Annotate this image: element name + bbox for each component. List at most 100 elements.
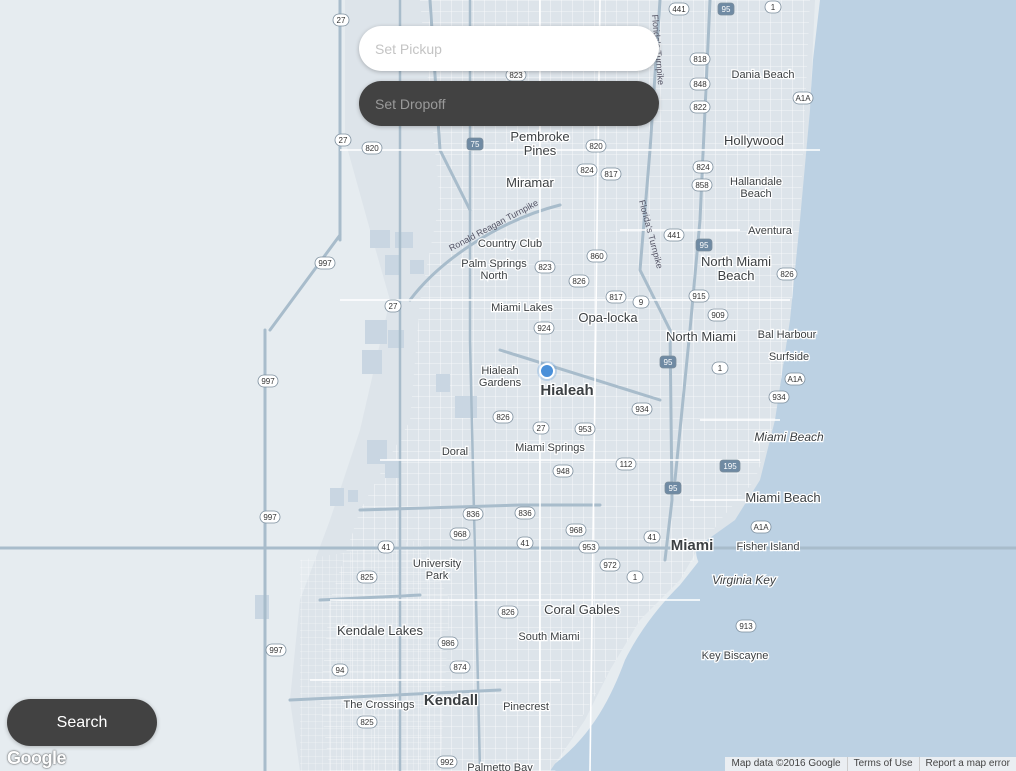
place-label: Miami Beach [754,430,824,444]
svg-text:826: 826 [496,413,510,422]
route-shield: A1A [784,372,806,386]
svg-text:441: 441 [667,231,681,240]
route-shield: 27 [334,133,352,147]
place-label: Miramar [506,175,554,190]
svg-text:968: 968 [569,526,583,535]
place-label: Miami Beach [745,490,820,505]
svg-text:820: 820 [365,144,379,153]
svg-text:441: 441 [672,5,686,14]
route-shield: 824 [692,160,714,174]
route-shield: 826 [776,267,798,281]
place-label: Hollywood [724,133,784,148]
svg-text:95: 95 [669,484,678,493]
svg-text:909: 909 [711,311,725,320]
route-shield: 823 [534,260,556,274]
svg-text:836: 836 [518,509,532,518]
place-label: South Miami [518,631,579,643]
route-shield: 997 [265,643,287,657]
place-label: Coral Gables [544,602,620,617]
route-shield: 934 [631,402,653,416]
route-shield: 27 [384,299,402,313]
route-shield: 1 [764,0,782,14]
route-shield: 826 [568,274,590,288]
svg-text:75: 75 [471,140,480,149]
place-label: North Miami [666,329,736,344]
place-label: Palmetto Bay [467,762,533,771]
svg-text:27: 27 [339,136,348,145]
route-shield: 817 [600,167,622,181]
route-shield: 825 [356,715,378,729]
svg-text:95: 95 [664,358,673,367]
svg-text:1: 1 [771,3,776,12]
route-shield: 824 [576,163,598,177]
dropoff-input[interactable] [359,81,659,126]
route-shield: 27 [332,13,350,27]
route-shield: 997 [259,510,281,524]
svg-text:41: 41 [382,543,391,552]
svg-text:992: 992 [440,758,454,767]
svg-text:924: 924 [537,324,551,333]
terms-of-use-link[interactable]: Terms of Use [846,757,919,771]
place-label: Doral [442,446,468,458]
svg-text:913: 913 [739,622,753,631]
route-shield: 820 [585,139,607,153]
route-shield: 820 [361,141,383,155]
svg-text:27: 27 [337,16,346,25]
search-button[interactable]: Search [7,699,157,746]
svg-text:817: 817 [604,170,618,179]
route-shield: 997 [257,374,279,388]
place-label: Miami Springs [515,442,585,454]
svg-text:836: 836 [466,510,480,519]
svg-text:A1A: A1A [753,523,769,532]
svg-text:95: 95 [700,241,709,250]
google-logo: Google [7,748,67,768]
svg-text:818: 818 [693,55,707,64]
route-shield: 27 [532,421,550,435]
route-shield: 822 [689,100,711,114]
svg-text:826: 826 [780,270,794,279]
svg-text:934: 934 [635,405,649,414]
route-shield: 848 [689,77,711,91]
svg-text:112: 112 [620,460,633,469]
route-shield: 195 [719,459,741,473]
svg-text:820: 820 [589,142,603,151]
svg-text:27: 27 [389,302,398,311]
svg-text:825: 825 [360,573,374,582]
svg-text:948: 948 [556,467,570,476]
place-label: Key Biscayne [702,650,769,662]
pickup-input[interactable] [359,26,659,71]
place-label: Dania Beach [732,69,795,81]
svg-text:823: 823 [509,71,523,80]
svg-text:824: 824 [580,166,594,175]
route-shield: 41 [516,536,534,550]
route-shield: 94 [331,663,349,677]
route-shield: 953 [578,540,600,554]
route-shield: 836 [514,506,536,520]
route-shield: 924 [533,321,555,335]
route-shield: 1 [626,570,644,584]
svg-text:874: 874 [453,663,467,672]
svg-text:1: 1 [718,364,723,373]
svg-text:997: 997 [269,646,283,655]
route-shield: 41 [643,530,661,544]
svg-text:1: 1 [633,573,638,582]
svg-text:858: 858 [695,181,709,190]
route-shield: 825 [356,570,378,584]
route-shield: 909 [707,308,729,322]
report-map-error-link[interactable]: Report a map error [918,757,1016,771]
place-label: Fisher Island [737,541,800,553]
route-shield: 95 [717,2,735,16]
place-label: Kendale Lakes [337,623,424,638]
route-shield: 997 [314,256,336,270]
route-shield: 874 [449,660,471,674]
route-shield: 860 [586,249,608,263]
place-label: Kendall [424,692,478,709]
svg-text:826: 826 [572,277,586,286]
svg-text:95: 95 [722,5,731,14]
svg-text:972: 972 [603,561,617,570]
svg-text:953: 953 [582,543,596,552]
place-label: Hialeah [540,382,593,399]
place-label: Virginia Key [712,573,777,587]
route-shield: 75 [466,137,484,151]
route-shield: 913 [735,619,757,633]
